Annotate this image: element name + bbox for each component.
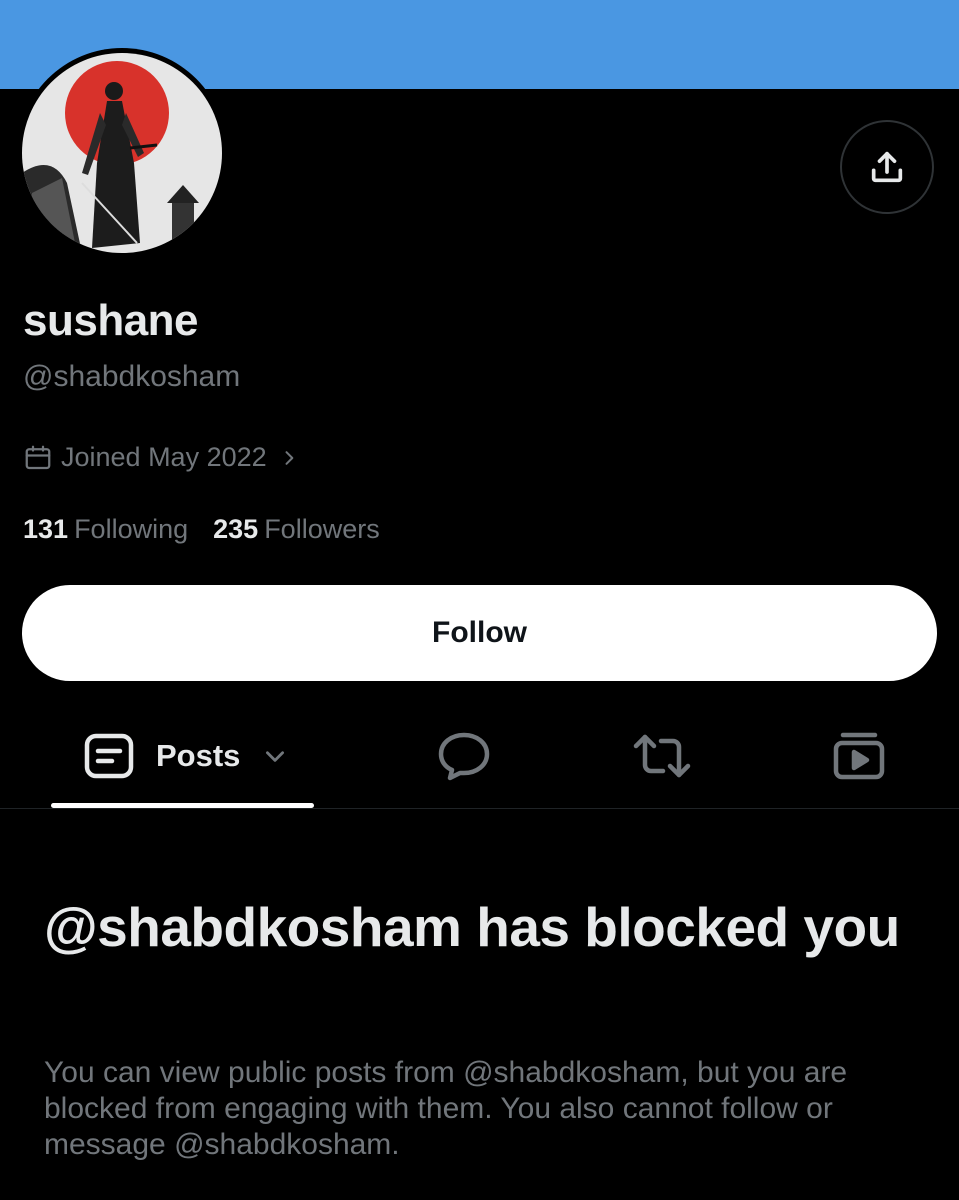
follow-stats: 131 Following 235 Followers <box>23 514 380 545</box>
tab-media[interactable] <box>833 715 885 797</box>
samurai-avatar-image <box>22 53 222 253</box>
profile-handle: @shabdkosham <box>23 360 241 393</box>
following-count: 131 <box>23 514 69 544</box>
replies-icon <box>437 731 491 781</box>
profile-tabs: Posts <box>0 715 959 809</box>
tab-replies[interactable] <box>437 715 491 797</box>
joined-label: Joined May 2022 <box>61 442 267 472</box>
blocked-title: @shabdkosham has blocked you <box>44 896 900 958</box>
follow-button[interactable]: Follow <box>22 585 937 681</box>
reposts-icon <box>632 732 692 780</box>
following-link[interactable]: 131 Following <box>23 514 188 545</box>
share-icon <box>871 151 903 183</box>
following-label: Following <box>74 514 189 544</box>
media-icon <box>833 731 885 781</box>
calendar-icon <box>23 443 53 473</box>
joined-date[interactable]: Joined May 2022 <box>23 442 299 473</box>
display-name: sushane <box>23 296 199 345</box>
tab-reposts[interactable] <box>632 715 692 797</box>
followers-link[interactable]: 235 Followers <box>213 514 380 545</box>
share-button[interactable] <box>840 120 934 214</box>
tab-posts[interactable]: Posts <box>84 715 288 797</box>
profile-avatar[interactable] <box>17 48 227 258</box>
posts-icon <box>84 733 134 779</box>
tabs-divider <box>0 808 959 809</box>
followers-count: 235 <box>213 514 259 544</box>
tab-posts-label: Posts <box>156 738 241 773</box>
blocked-description: You can view public posts from @shabdkos… <box>44 1056 848 1161</box>
chevron-right-icon <box>279 448 299 468</box>
followers-label: Followers <box>264 514 380 544</box>
chevron-down-icon[interactable] <box>262 743 288 769</box>
